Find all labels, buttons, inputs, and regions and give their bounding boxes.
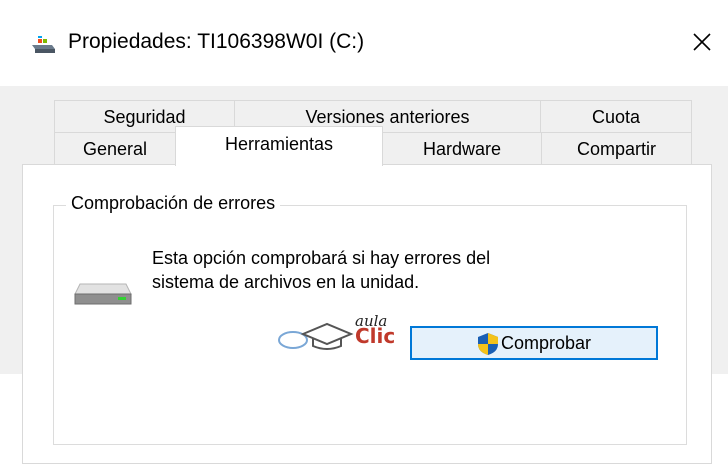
tab-herramientas[interactable]: Herramientas [175,126,383,166]
graduation-cap-icon [278,322,354,350]
dialog-body: Seguridad Versiones anteriores Cuota Gen… [0,86,728,464]
comprobar-button[interactable]: Comprobar [410,326,658,360]
window-title: Propiedades: TI106398W0I (C:) [68,30,365,53]
close-button[interactable] [684,24,720,60]
comprobar-label: Comprobar [500,332,592,353]
error-check-description: Esta opción comprobará si hay errores de… [152,246,632,294]
hard-drive-icon [74,283,132,305]
tab-general[interactable]: General [54,132,176,165]
description-line-2: sistema de archivos en la unidad. [152,272,420,292]
close-icon [693,33,711,51]
uac-shield-icon [477,333,498,355]
error-check-group: Comprobación de errores Esta opción comp… [53,193,687,445]
tab-compartir[interactable]: Compartir [541,132,692,165]
tools-panel: Comprobación de errores Esta opción comp… [22,164,712,464]
tab-cuota[interactable]: Cuota [540,100,692,133]
tab-hardware[interactable]: Hardware [382,132,542,165]
drive-icon [32,36,55,53]
aulaclic-watermark: aula Clic [277,312,407,358]
group-label: Comprobación de errores [66,193,281,214]
description-line-1: Esta opción comprobará si hay errores de… [152,248,491,268]
watermark-big-text: Clic [355,324,396,348]
title-bar: Propiedades: TI106398W0I (C:) [0,0,728,86]
